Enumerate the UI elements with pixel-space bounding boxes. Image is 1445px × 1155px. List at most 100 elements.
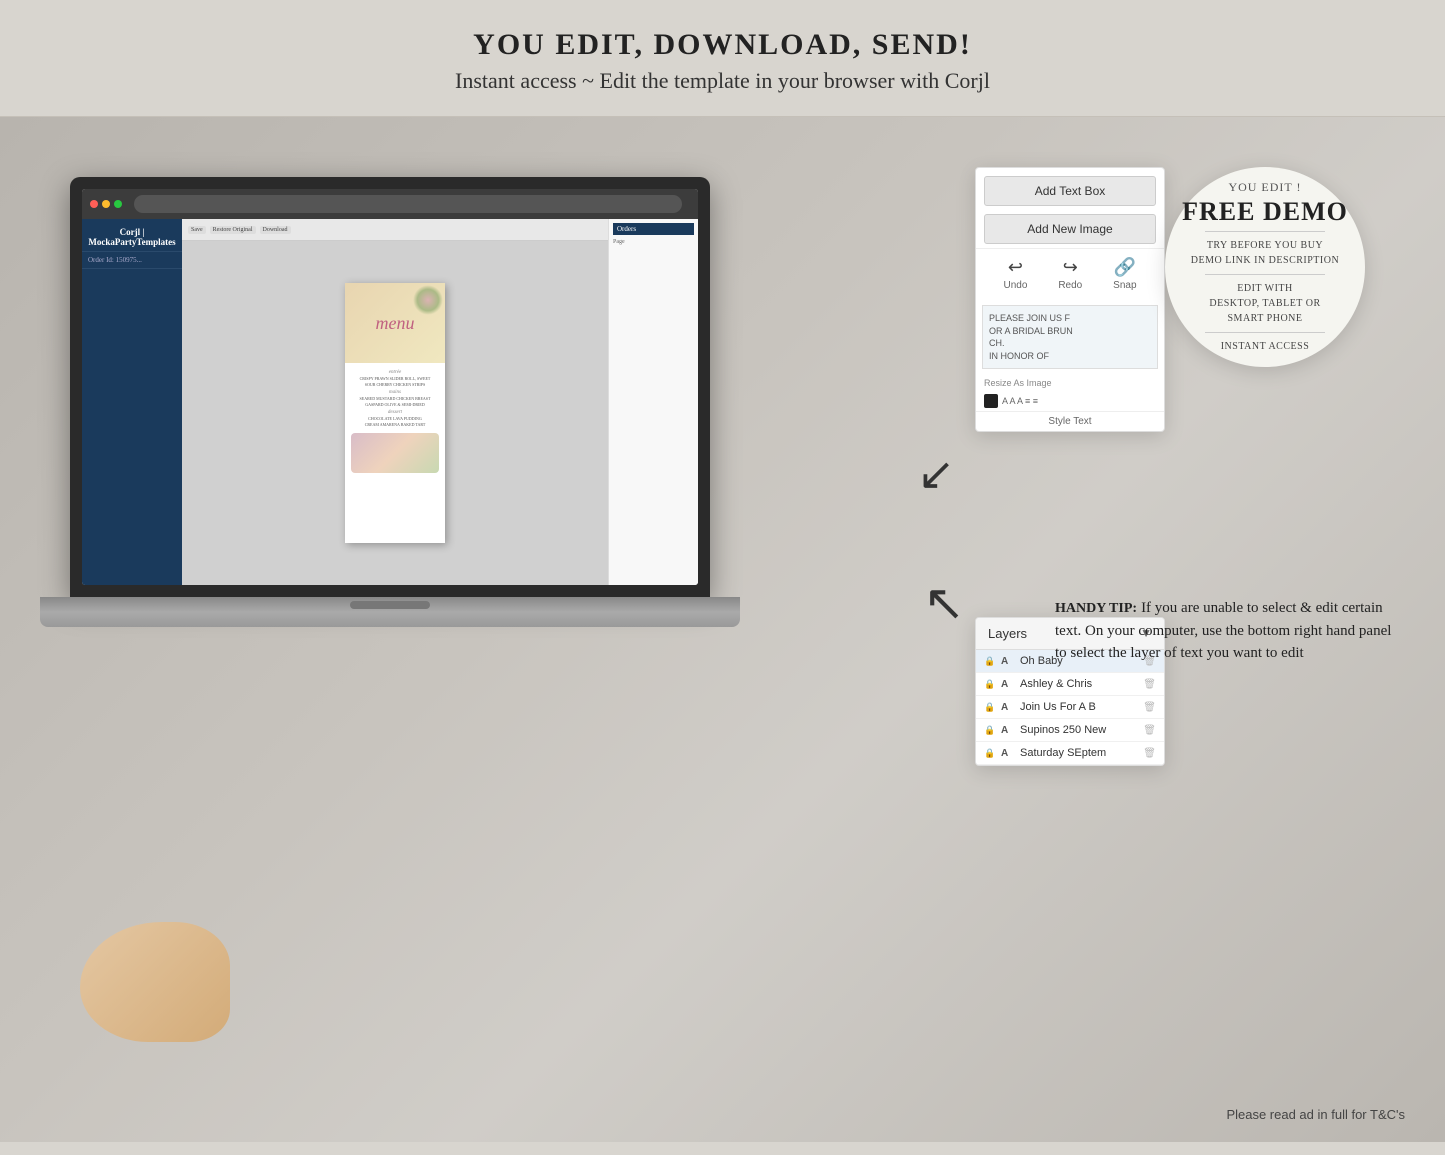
menu-line-5: CHOCOLATE LAVA PUDDING bbox=[351, 416, 439, 421]
browser-chrome bbox=[82, 189, 698, 219]
browser-minimize-btn[interactable] bbox=[102, 200, 110, 208]
layer-item-supinos[interactable]: 🔒 A Supinos 250 New 🗑 bbox=[976, 719, 1164, 742]
menu-section-entree: entrée bbox=[351, 370, 439, 375]
panel-format-row: A A A ≡ ≡ bbox=[976, 391, 1164, 411]
menu-bottom-floral bbox=[351, 433, 439, 473]
toolbar-save[interactable]: Save bbox=[188, 226, 206, 234]
header-subtitle: Instant access ~ Edit the template in yo… bbox=[20, 68, 1425, 94]
header-title: YOU EDIT, DOWNLOAD, SEND! bbox=[20, 28, 1425, 62]
corjl-app: Corjl | MockaPartyTemplates Order Id: 15… bbox=[82, 219, 698, 585]
layer-item-saturday[interactable]: 🔒 A Saturday SEptem 🗑 bbox=[976, 742, 1164, 765]
redo-label: Redo bbox=[1058, 280, 1082, 291]
layer-type-1: A bbox=[1001, 656, 1015, 667]
laptop-base bbox=[40, 597, 740, 627]
layer-name-saturday: Saturday SEptem bbox=[1020, 747, 1138, 759]
menu-floral-decoration bbox=[413, 285, 443, 315]
toolbar-original[interactable]: Restore Original bbox=[210, 226, 256, 234]
main-area: Corjl | MockaPartyTemplates Order Id: 15… bbox=[0, 117, 1445, 1142]
menu-script-text: menu bbox=[376, 313, 415, 334]
panel-tools: ↩ Undo ↪ Redo 🔗 Snap bbox=[976, 248, 1164, 299]
circle-line-6: INSTANT ACCESS bbox=[1221, 339, 1310, 354]
menu-section-dessert: dessert bbox=[351, 410, 439, 415]
circle-divider-3 bbox=[1205, 332, 1325, 333]
color-swatch[interactable] bbox=[984, 394, 998, 408]
snap-label: Snap bbox=[1113, 280, 1136, 291]
circle-line-3: EDIT WITH bbox=[1237, 281, 1293, 296]
layer-type-2: A bbox=[1001, 679, 1015, 690]
layer-lock-icon-3: 🔒 bbox=[984, 702, 996, 713]
circle-you-edit: YOU EDIT ! bbox=[1228, 180, 1301, 195]
layer-delete-icon-4[interactable]: 🗑 bbox=[1143, 725, 1156, 736]
footer-note: Please read ad in full for T&C's bbox=[1226, 1107, 1405, 1122]
menu-line-1: CRISPY PRAWN SLIDER ROLL, SWEET bbox=[351, 376, 439, 381]
corjl-right-panel: Orders Page bbox=[608, 219, 698, 585]
undo-tool[interactable]: ↩ Undo bbox=[1003, 257, 1027, 291]
layer-delete-icon-3[interactable]: 🗑 bbox=[1143, 702, 1156, 713]
snap-tool[interactable]: 🔗 Snap bbox=[1113, 257, 1136, 291]
layer-name-supinos: Supinos 250 New bbox=[1020, 724, 1138, 736]
corjl-panel-float: Add Text Box Add New Image ↩ Undo ↪ Redo… bbox=[975, 167, 1165, 432]
layer-lock-icon-2: 🔒 bbox=[984, 679, 996, 690]
menu-section-mains: mains bbox=[351, 390, 439, 395]
layer-item-ashley-chris[interactable]: 🔒 A Ashley & Chris 🗑 bbox=[976, 673, 1164, 696]
circle-line-5: SMART PHONE bbox=[1227, 311, 1302, 326]
circle-free-demo: FREE DEMO bbox=[1182, 199, 1348, 225]
menu-line-2: SOUR CHERRY CHICKEN STRIPS bbox=[351, 382, 439, 387]
panel-preview: PLEASE JOIN US FOR A BRIDAL BRUNCH.IN HO… bbox=[982, 305, 1158, 369]
header-bar: YOU EDIT, DOWNLOAD, SEND! Instant access… bbox=[0, 0, 1445, 117]
arrow-curve-icon: ↙ bbox=[917, 447, 955, 500]
layer-type-4: A bbox=[1001, 725, 1015, 736]
browser-close-btn[interactable] bbox=[90, 200, 98, 208]
laptop-mockup: Corjl | MockaPartyTemplates Order Id: 15… bbox=[40, 177, 740, 697]
toolbar-download[interactable]: Download bbox=[260, 226, 291, 234]
corjl-orders-btn[interactable]: Orders bbox=[613, 223, 694, 235]
hand-overlay bbox=[80, 922, 230, 1042]
browser-address-bar[interactable] bbox=[134, 195, 682, 213]
redo-tool[interactable]: ↪ Redo bbox=[1058, 257, 1082, 291]
layer-name-ashley-chris: Ashley & Chris bbox=[1020, 678, 1138, 690]
circle-divider-1 bbox=[1205, 231, 1325, 232]
corjl-sidebar: Corjl | MockaPartyTemplates Order Id: 15… bbox=[82, 219, 182, 585]
handy-tip: HANDY TIP: If you are unable to select &… bbox=[1055, 597, 1405, 665]
corjl-logo: Corjl | MockaPartyTemplates bbox=[82, 223, 182, 252]
corjl-toolbar: Save Restore Original Download bbox=[182, 219, 608, 241]
menu-line-6: CREAM AMARENA BAKED TART bbox=[351, 422, 439, 427]
circle-line-2: DEMO LINK IN DESCRIPTION bbox=[1191, 253, 1339, 268]
corjl-right-label: Page bbox=[613, 239, 694, 245]
laptop-screen-outer: Corjl | MockaPartyTemplates Order Id: 15… bbox=[70, 177, 710, 597]
add-text-box-button[interactable]: Add Text Box bbox=[984, 176, 1156, 206]
menu-card: menu entrée CRISPY PRAWN SLIDER ROLL, SW… bbox=[345, 283, 445, 543]
menu-line-3: SEARED MUSTARD CHICKEN BREAST bbox=[351, 396, 439, 401]
style-text-label: Style Text bbox=[976, 411, 1164, 431]
menu-card-header: menu bbox=[345, 283, 445, 363]
format-options: A A A ≡ ≡ bbox=[1002, 396, 1038, 406]
layer-item-join-us[interactable]: 🔒 A Join Us For A B 🗑 bbox=[976, 696, 1164, 719]
undo-label: Undo bbox=[1003, 280, 1027, 291]
layer-lock-icon-4: 🔒 bbox=[984, 725, 996, 736]
redo-icon: ↪ bbox=[1063, 257, 1078, 278]
layer-lock-icon-5: 🔒 bbox=[984, 748, 996, 759]
laptop-base-notch bbox=[350, 601, 430, 609]
menu-content: entrée CRISPY PRAWN SLIDER ROLL, SWEET S… bbox=[345, 363, 445, 477]
circle-badge: YOU EDIT ! FREE DEMO TRY BEFORE YOU BUY … bbox=[1165, 167, 1365, 367]
layer-delete-icon-2[interactable]: 🗑 bbox=[1143, 679, 1156, 690]
laptop-screen-inner: Corjl | MockaPartyTemplates Order Id: 15… bbox=[82, 189, 698, 585]
hand-shape bbox=[80, 922, 230, 1042]
menu-line-4: GASPARD OLIVE & SEMI-DRIED bbox=[351, 402, 439, 407]
snap-icon: 🔗 bbox=[1114, 257, 1136, 278]
arrow-down-icon: ↙ bbox=[923, 577, 965, 635]
handy-tip-title: HANDY TIP: bbox=[1055, 601, 1137, 616]
layer-lock-icon-1: 🔒 bbox=[984, 656, 996, 667]
layer-name-join-us: Join Us For A B bbox=[1020, 701, 1138, 713]
resize-as-image-label: Resize As Image bbox=[976, 375, 1164, 391]
circle-line-1: TRY BEFORE YOU BUY bbox=[1207, 238, 1323, 253]
browser-maximize-btn[interactable] bbox=[114, 200, 122, 208]
layers-title: Layers bbox=[988, 626, 1027, 641]
layer-delete-icon-5[interactable]: 🗑 bbox=[1143, 748, 1156, 759]
add-new-image-button[interactable]: Add New Image bbox=[984, 214, 1156, 244]
corjl-canvas-area[interactable]: menu entrée CRISPY PRAWN SLIDER ROLL, SW… bbox=[182, 241, 608, 585]
circle-line-4: DESKTOP, TABLET OR bbox=[1209, 296, 1320, 311]
undo-icon: ↩ bbox=[1008, 257, 1023, 278]
corjl-nav-item[interactable]: Order Id: 150975... bbox=[82, 252, 182, 269]
circle-divider-2 bbox=[1205, 274, 1325, 275]
